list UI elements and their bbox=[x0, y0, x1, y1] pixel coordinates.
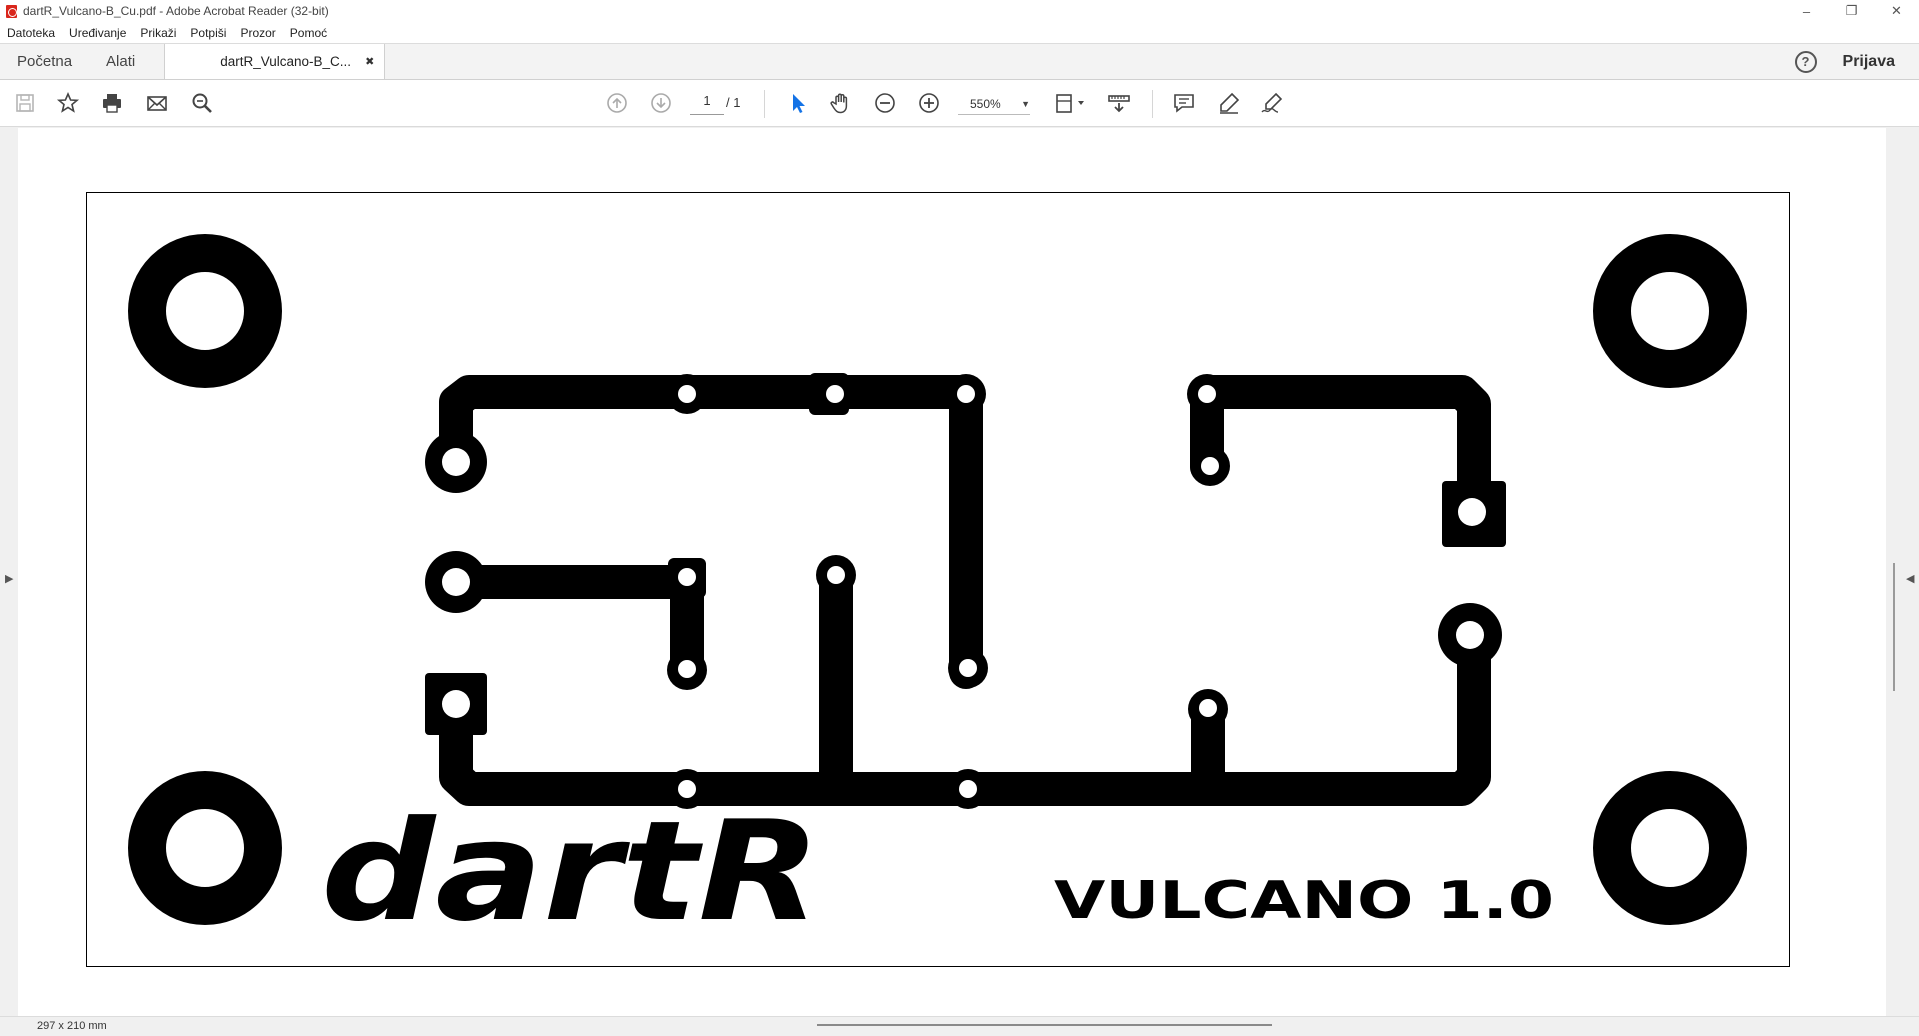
window-controls: – ❐ ✕ bbox=[1784, 0, 1919, 22]
menu-bar: Datoteka Uređivanje Prikaži Potpiši Proz… bbox=[0, 22, 1919, 43]
fit-page-icon[interactable] bbox=[1053, 90, 1089, 116]
minimize-button[interactable]: – bbox=[1784, 0, 1829, 22]
window-title: dartR_Vulcano-B_Cu.pdf - Adobe Acrobat R… bbox=[23, 4, 329, 18]
tab-document[interactable]: dartR_Vulcano-B_C... ✖ bbox=[164, 44, 386, 79]
zoom-out-icon[interactable] bbox=[872, 90, 898, 116]
toolbar-divider bbox=[764, 90, 765, 118]
sign-in-button[interactable]: Prijava bbox=[1843, 53, 1895, 71]
dartr-logo-text: dartR bbox=[321, 791, 821, 952]
zoom-in-icon[interactable] bbox=[916, 90, 942, 116]
page-up-icon[interactable] bbox=[604, 90, 630, 116]
highlight-icon[interactable] bbox=[1216, 90, 1242, 116]
tab-close-icon[interactable]: ✖ bbox=[365, 55, 374, 68]
vertical-scrollbar[interactable] bbox=[1893, 563, 1895, 691]
zoom-value: 550% bbox=[970, 96, 1001, 111]
hand-icon[interactable] bbox=[828, 90, 854, 116]
scroll-mode-icon[interactable] bbox=[1106, 90, 1132, 116]
tab-home[interactable]: Početna bbox=[0, 44, 89, 79]
star-icon[interactable] bbox=[55, 90, 81, 116]
page-size-label: 297 x 210 mm bbox=[37, 1020, 107, 1032]
toolbar-divider bbox=[1152, 90, 1153, 118]
menu-sign[interactable]: Potpiši bbox=[183, 26, 233, 40]
tab-bar: Početna Alati dartR_Vulcano-B_C... ✖ ? P… bbox=[0, 43, 1919, 80]
tab-tools[interactable]: Alati bbox=[89, 44, 152, 79]
menu-window[interactable]: Prozor bbox=[233, 26, 282, 40]
pcb-copper-layout: dartR VULCANO 1.0 bbox=[128, 234, 1747, 952]
comment-icon[interactable] bbox=[1171, 90, 1197, 116]
right-panel-toggle-icon[interactable]: ◀ bbox=[1906, 572, 1914, 585]
copper-traces bbox=[439, 375, 1491, 806]
vulcano-version-text: VULCANO 1.0 bbox=[1054, 871, 1554, 931]
zoom-select[interactable]: 550% ▼ bbox=[958, 93, 1030, 115]
select-cursor-icon[interactable] bbox=[785, 90, 811, 116]
help-icon[interactable]: ? bbox=[1794, 50, 1817, 73]
acrobat-icon bbox=[6, 4, 17, 18]
title-bar: dartR_Vulcano-B_Cu.pdf - Adobe Acrobat R… bbox=[0, 0, 1919, 22]
left-panel-toggle-icon[interactable]: ▶ bbox=[5, 572, 13, 585]
save-icon[interactable] bbox=[12, 90, 38, 116]
print-icon[interactable] bbox=[99, 90, 125, 116]
page-number-input[interactable]: 1 bbox=[690, 93, 724, 115]
zoom-search-icon[interactable] bbox=[189, 90, 215, 116]
horizontal-scrollbar[interactable] bbox=[817, 1024, 1272, 1026]
menu-help[interactable]: Pomoć bbox=[283, 26, 334, 40]
page-total: / 1 bbox=[726, 95, 741, 110]
tab-document-label: dartR_Vulcano-B_C... bbox=[220, 54, 352, 69]
menu-edit[interactable]: Uređivanje bbox=[62, 26, 133, 40]
chevron-down-icon: ▼ bbox=[1021, 98, 1030, 109]
mail-icon[interactable] bbox=[144, 90, 170, 116]
header-right: ? Prijava bbox=[1794, 44, 1919, 79]
menu-file[interactable]: Datoteka bbox=[0, 26, 62, 40]
menu-view[interactable]: Prikaži bbox=[133, 26, 183, 40]
restore-button[interactable]: ❐ bbox=[1829, 0, 1874, 22]
sign-icon[interactable] bbox=[1259, 90, 1285, 116]
status-bar: 297 x 210 mm bbox=[0, 1016, 1919, 1036]
close-window-button[interactable]: ✕ bbox=[1874, 0, 1919, 22]
page-down-icon[interactable] bbox=[648, 90, 674, 116]
